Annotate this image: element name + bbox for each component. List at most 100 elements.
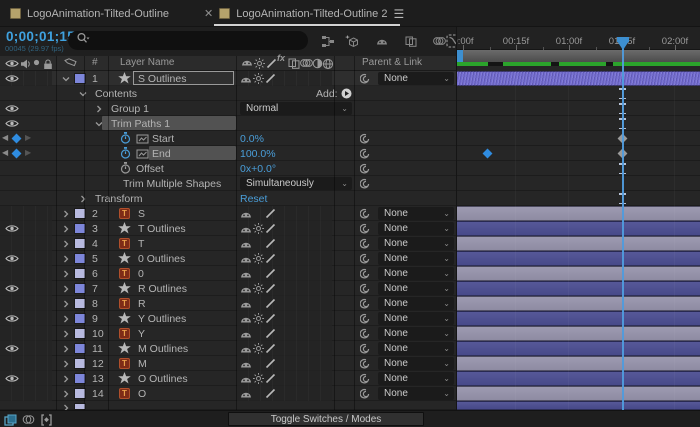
collapse-transformations-icon[interactable] bbox=[253, 253, 264, 264]
collapse-transformations-icon[interactable] bbox=[253, 223, 264, 234]
parent-dropdown[interactable]: None⌄ bbox=[378, 387, 454, 400]
parent-dropdown[interactable]: None⌄ bbox=[378, 297, 454, 310]
tab-comp-2[interactable]: ✕ LogoAnimation-Tilted-Outline 2 ☰ bbox=[204, 0, 404, 27]
parent-dropdown[interactable]: None⌄ bbox=[378, 252, 454, 265]
next-keyframe-arrow[interactable]: ▶ bbox=[25, 133, 31, 142]
layer-row[interactable]: 12TMNone⌄ bbox=[0, 356, 456, 371]
quality-switch-icon[interactable] bbox=[265, 373, 276, 384]
work-area-bar[interactable] bbox=[457, 50, 700, 62]
layer-duration-bar[interactable] bbox=[457, 311, 700, 326]
timeline-row[interactable] bbox=[457, 71, 700, 86]
layer-duration-bar[interactable] bbox=[457, 401, 700, 410]
stopwatch-icon[interactable] bbox=[120, 162, 131, 174]
chevron-right-icon[interactable] bbox=[62, 375, 70, 383]
timeline-row[interactable] bbox=[457, 221, 700, 236]
shy-switch-icon[interactable] bbox=[240, 225, 252, 233]
timeline-row[interactable] bbox=[457, 86, 700, 101]
parent-dropdown[interactable]: None⌄ bbox=[378, 312, 454, 325]
chevron-right-icon[interactable] bbox=[62, 255, 70, 263]
layer-switches-pane-icon[interactable] bbox=[4, 414, 17, 426]
collapse-transformations-icon[interactable] bbox=[253, 283, 264, 294]
draft-3d-icon[interactable] bbox=[342, 32, 362, 50]
parent-dropdown[interactable]: None⌄ bbox=[378, 357, 454, 370]
property-row[interactable]: Trim Paths 1 bbox=[0, 116, 456, 131]
parent-pick-whip-icon[interactable] bbox=[360, 388, 372, 400]
chevron-right-icon[interactable] bbox=[62, 240, 70, 248]
quality-switch-icon[interactable] bbox=[265, 388, 276, 399]
property-name[interactable]: End bbox=[152, 148, 171, 160]
property-row[interactable]: Trim Multiple ShapesSimultaneously⌄ bbox=[0, 176, 456, 191]
layer-name[interactable]: 0 Outlines bbox=[138, 253, 185, 265]
layer-name[interactable]: T bbox=[138, 238, 144, 250]
layer-duration-bar[interactable] bbox=[457, 326, 700, 341]
3d-icon[interactable] bbox=[322, 58, 334, 70]
shy-layers-icon[interactable] bbox=[372, 32, 392, 50]
quality-switch-icon[interactable] bbox=[265, 253, 276, 264]
parent-pick-whip-icon[interactable] bbox=[360, 223, 372, 235]
pick-whip-icon[interactable] bbox=[360, 133, 372, 145]
time-ruler[interactable]: 0:00f00:15f01:00f01:15f02:00f bbox=[457, 27, 700, 50]
in-out-panes-icon[interactable] bbox=[40, 414, 53, 426]
fx-icon[interactable]: fx bbox=[277, 58, 285, 59]
layer-duration-bar[interactable] bbox=[457, 356, 700, 371]
layer-duration-bar[interactable] bbox=[457, 251, 700, 266]
timeline-row[interactable] bbox=[457, 371, 700, 386]
stopwatch-icon[interactable] bbox=[120, 147, 131, 159]
eye-toggle[interactable] bbox=[5, 74, 19, 83]
quality-switch-icon[interactable] bbox=[265, 283, 276, 294]
frame-blend-icon[interactable] bbox=[288, 58, 300, 69]
pick-whip-icon[interactable] bbox=[360, 163, 372, 175]
chevron-right-icon[interactable] bbox=[62, 225, 70, 233]
timeline-row[interactable] bbox=[457, 266, 700, 281]
reset-link[interactable]: Reset bbox=[240, 193, 267, 205]
layer-name[interactable]: R bbox=[138, 298, 146, 310]
parent-pick-whip-icon[interactable] bbox=[360, 313, 372, 325]
timeline-row[interactable] bbox=[457, 386, 700, 401]
layer-duration-bar[interactable] bbox=[457, 281, 700, 296]
speaker-icon[interactable] bbox=[20, 59, 31, 69]
timeline-row[interactable] bbox=[457, 206, 700, 221]
layer-duration-bar[interactable] bbox=[457, 236, 700, 251]
parent-dropdown[interactable]: None⌄ bbox=[378, 267, 454, 280]
layer-name[interactable]: O bbox=[138, 388, 146, 400]
property-name[interactable]: Trim Multiple Shapes bbox=[123, 178, 221, 190]
playhead-marker[interactable] bbox=[617, 41, 629, 50]
timeline-row[interactable] bbox=[457, 296, 700, 311]
shy-switch-icon[interactable] bbox=[240, 300, 252, 308]
search-input[interactable] bbox=[68, 31, 308, 50]
shy-switch-icon[interactable] bbox=[240, 345, 252, 353]
layer-row[interactable]: 13O OutlinesNone⌄ bbox=[0, 371, 456, 386]
timeline-row[interactable] bbox=[457, 356, 700, 371]
chevron-right-icon[interactable] bbox=[79, 195, 87, 203]
parent-pick-whip-icon[interactable] bbox=[360, 328, 372, 340]
close-icon[interactable]: ✕ bbox=[204, 7, 213, 20]
keyframe-navigator-diamond[interactable] bbox=[11, 134, 21, 144]
parent-dropdown[interactable]: None⌄ bbox=[378, 342, 454, 355]
shy-switch-icon[interactable] bbox=[240, 255, 252, 263]
shy-switch-icon[interactable] bbox=[240, 240, 252, 248]
shy-switch-icon[interactable] bbox=[240, 390, 252, 398]
quality-switch-icon[interactable] bbox=[265, 223, 276, 234]
timeline-row[interactable] bbox=[457, 176, 700, 191]
quality-switch-icon[interactable] bbox=[265, 313, 276, 324]
chevron-right-icon[interactable] bbox=[62, 270, 70, 278]
parent-dropdown[interactable]: None⌄ bbox=[378, 327, 454, 340]
solo-icon[interactable] bbox=[33, 59, 40, 66]
timeline-row[interactable] bbox=[457, 401, 700, 410]
property-name[interactable]: Start bbox=[152, 133, 174, 145]
layer-name[interactable]: S Outlines bbox=[138, 73, 186, 85]
layer-row[interactable]: 6T0None⌄ bbox=[0, 266, 456, 281]
parent-pick-whip-icon[interactable] bbox=[360, 268, 372, 280]
timeline-row[interactable] bbox=[457, 251, 700, 266]
chevron-right-icon[interactable] bbox=[62, 210, 70, 218]
layer-row[interactable]: 1S OutlinesNone⌄ bbox=[0, 71, 456, 86]
timeline-row[interactable] bbox=[457, 341, 700, 356]
current-time-display[interactable]: 0;00;01;15 bbox=[6, 29, 75, 44]
property-value[interactable]: 100.0% bbox=[240, 148, 276, 160]
eye-toggle[interactable] bbox=[5, 314, 19, 323]
layer-row[interactable]: 10TYNone⌄ bbox=[0, 326, 456, 341]
timeline-row[interactable] bbox=[457, 326, 700, 341]
property-row[interactable]: Offset0x+0.0° bbox=[0, 161, 456, 176]
parent-pick-whip-icon[interactable] bbox=[360, 343, 372, 355]
property-row[interactable]: ContentsAdd: bbox=[0, 86, 456, 101]
